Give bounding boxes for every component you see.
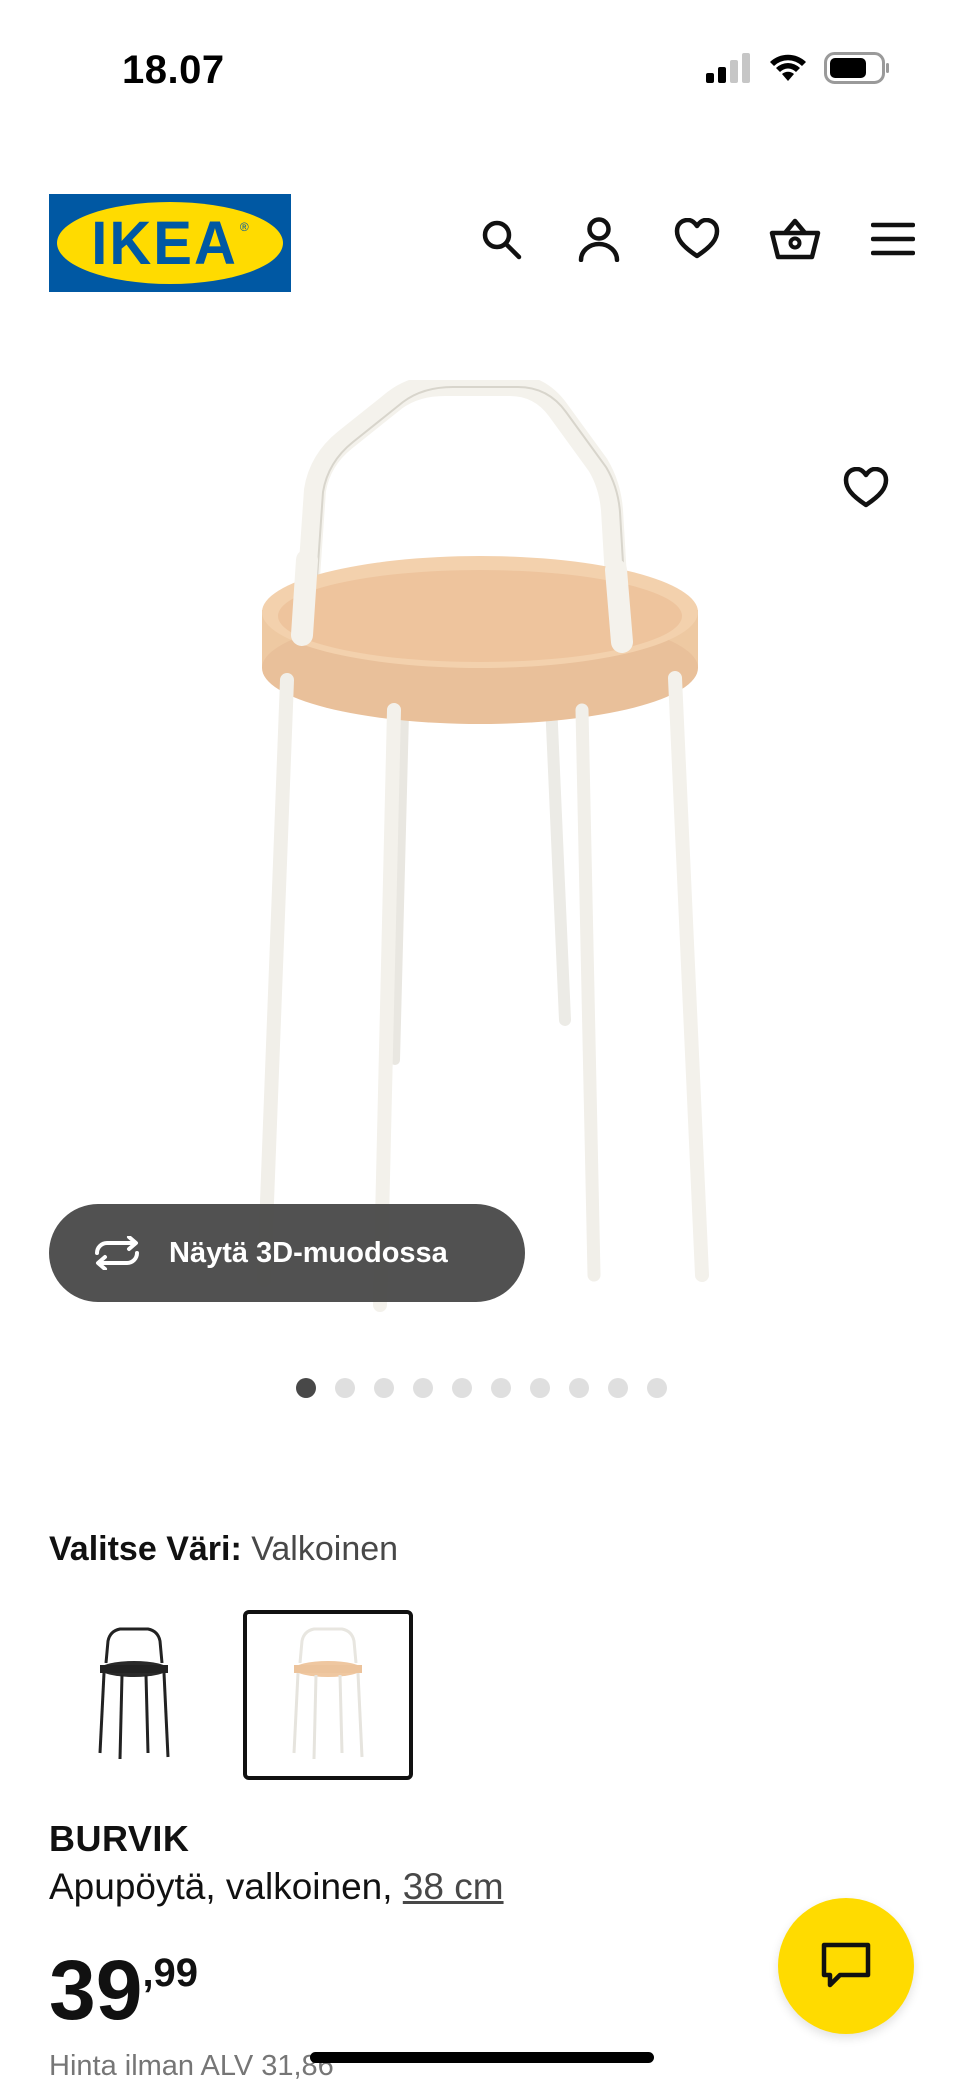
product-description: Apupöytä, valkoinen, 38 cm xyxy=(49,1866,504,1908)
view-in-3d-button[interactable]: Näytä 3D-muodossa xyxy=(49,1204,525,1302)
color-selector-label: Valitse Väri: Valkoinen xyxy=(49,1530,398,1569)
black-table-thumbnail xyxy=(98,1627,170,1760)
color-label: Valitse Väri: xyxy=(49,1530,242,1568)
status-time: 18.07 xyxy=(122,48,225,92)
battery-icon xyxy=(824,52,889,84)
cellular-signal-icon xyxy=(706,53,750,83)
carousel-dot[interactable] xyxy=(296,1378,316,1398)
heart-icon xyxy=(843,467,889,508)
add-to-favourites-button[interactable] xyxy=(836,458,896,518)
carousel-dot[interactable] xyxy=(413,1378,433,1398)
swatch-white[interactable] xyxy=(243,1610,413,1780)
product-gallery[interactable]: Näytä 3D-muodossa xyxy=(0,320,960,1370)
account-button[interactable] xyxy=(572,212,626,266)
header-nav xyxy=(474,212,920,266)
heart-icon xyxy=(674,218,720,259)
cart-button[interactable] xyxy=(768,212,822,266)
color-swatches xyxy=(49,1610,413,1780)
chat-button[interactable] xyxy=(778,1898,914,2034)
product-name: BURVIK xyxy=(49,1818,190,1859)
logo-text: IKEA xyxy=(91,208,238,278)
swatch-black[interactable] xyxy=(49,1610,219,1780)
wifi-icon xyxy=(770,54,806,81)
menu-button[interactable] xyxy=(866,212,920,266)
color-value: Valkoinen xyxy=(251,1530,399,1568)
carousel-dot[interactable] xyxy=(530,1378,550,1398)
carousel-dot[interactable] xyxy=(452,1378,472,1398)
user-icon xyxy=(578,217,620,262)
search-icon xyxy=(482,220,522,260)
carousel-dot[interactable] xyxy=(569,1378,589,1398)
white-table-thumbnail xyxy=(292,1627,364,1760)
registered-mark-icon: ® xyxy=(239,220,249,234)
carousel-dot[interactable] xyxy=(608,1378,628,1398)
product-description-text: Apupöytä, valkoinen, xyxy=(49,1866,393,1907)
rotate-3d-icon xyxy=(95,1236,139,1270)
search-button[interactable] xyxy=(474,212,528,266)
carousel-dot[interactable] xyxy=(335,1378,355,1398)
view-in-3d-label: Näytä 3D-muodossa xyxy=(169,1236,448,1269)
price-main: 39 xyxy=(49,1943,143,2037)
site-header: IKEA ® xyxy=(0,190,960,300)
price-excl-vat: Hinta ilman ALV 31,86 xyxy=(49,2050,334,2081)
chat-icon xyxy=(821,1942,871,1988)
product-price: 39 ,99 xyxy=(49,1948,198,2032)
logo-oval: IKEA ® xyxy=(57,202,283,284)
status-icons xyxy=(706,52,890,84)
carousel-dot[interactable] xyxy=(491,1378,511,1398)
carousel-dot[interactable] xyxy=(647,1378,667,1398)
price-decimals: ,99 xyxy=(142,1951,199,1995)
favourites-button[interactable] xyxy=(670,212,724,266)
carousel-dot[interactable] xyxy=(374,1378,394,1398)
product-size-link[interactable]: 38 cm xyxy=(403,1866,504,1907)
home-indicator[interactable] xyxy=(310,2052,654,2063)
carousel-dots xyxy=(296,1378,667,1398)
menu-icon xyxy=(871,222,915,256)
basket-icon xyxy=(769,218,821,260)
status-bar: 18.07 xyxy=(0,0,960,140)
ikea-logo[interactable]: IKEA ® xyxy=(49,194,291,292)
